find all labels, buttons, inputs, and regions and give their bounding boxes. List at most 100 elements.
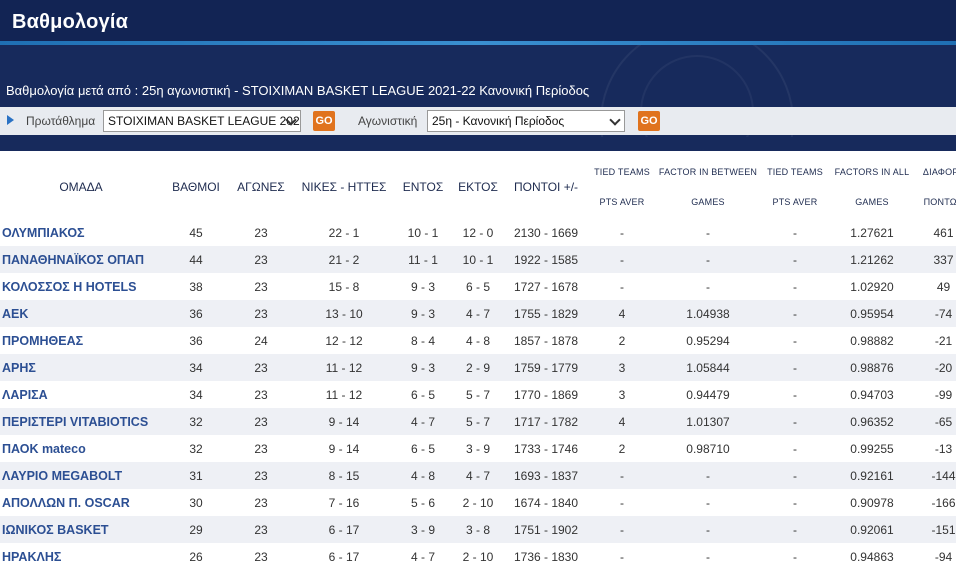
- col-factor-between[interactable]: FACTOR IN BETWEEN GAMES: [658, 155, 758, 219]
- home-record-cell: 10 - 1: [396, 219, 450, 246]
- team-name[interactable]: ΠΡΟΜΗΘΕΑΣ: [0, 327, 162, 354]
- wins-losses-cell: 21 - 2: [292, 246, 396, 273]
- tied-pts-aver-cell: 3: [586, 381, 658, 408]
- team-name[interactable]: ΑΕΚ: [0, 300, 162, 327]
- team-name[interactable]: ΑΠΟΛΛΩΝ Π. OSCAR: [0, 489, 162, 516]
- team-name[interactable]: ΛΑΡΙΣΑ: [0, 381, 162, 408]
- home-record-cell: 4 - 8: [396, 462, 450, 489]
- points-cell: 31: [162, 462, 230, 489]
- tied-pts-aver-cell: -: [586, 219, 658, 246]
- table-row: ΟΛΥΜΠΙΑΚΟΣ 45 23 22 - 1 10 - 1 12 - 0 2130 - 1…: [0, 219, 956, 246]
- col-home[interactable]: ΕΝΤΟΣ: [396, 155, 450, 219]
- games-cell: 23: [230, 543, 292, 570]
- points-for-against-cell: 1693 - 1837: [506, 462, 586, 489]
- wins-losses-cell: 11 - 12: [292, 381, 396, 408]
- home-record-cell: 4 - 7: [396, 543, 450, 570]
- col-tied-teams[interactable]: TIED TEAMS PTS AVER: [758, 155, 832, 219]
- col-factor-between-line1: FACTOR IN BETWEEN: [658, 167, 758, 177]
- factor-all-cell: 0.94703: [832, 381, 912, 408]
- team-name[interactable]: ΚΟΛΟΣΣΟΣ Η HOTELS: [0, 273, 162, 300]
- col-tied-teams-line1: TIED TEAMS: [767, 167, 823, 177]
- col-factor-all-line1: FACTORS IN ALL: [834, 167, 910, 177]
- factor-all-cell: 1.21262: [832, 246, 912, 273]
- col-away[interactable]: ΕΚΤΟΣ: [450, 155, 506, 219]
- points-cell: 34: [162, 354, 230, 381]
- factor-between-cell: -: [658, 516, 758, 543]
- tied-teams-cell: -: [758, 246, 832, 273]
- home-record-cell: 6 - 5: [396, 435, 450, 462]
- home-record-cell: 9 - 3: [396, 354, 450, 381]
- table-row: ΠΡΟΜΗΘΕΑΣ 36 24 12 - 12 8 - 44 - 8 1857 - 187…: [0, 327, 956, 354]
- round-select[interactable]: 25η - Κανονική Περίοδος: [427, 110, 625, 132]
- table-row: ΙΩΝΙΚΟΣ BASKET 29 23 6 - 17 3 - 93 - 8 1751 -…: [0, 516, 956, 543]
- team-name[interactable]: ΟΛΥΜΠΙΑΚΟΣ: [0, 219, 162, 246]
- col-factor-all[interactable]: FACTORS IN ALL GAMES: [832, 155, 912, 219]
- games-cell: 23: [230, 300, 292, 327]
- tied-pts-aver-cell: 4: [586, 300, 658, 327]
- team-name[interactable]: ΛΑΥΡΙΟ MEGABOLT: [0, 462, 162, 489]
- table-row: ΑΕΚ 36 23 13 - 10 9 - 34 - 7 1755 - 1829 4 1.04…: [0, 300, 956, 327]
- tied-pts-aver-cell: -: [586, 273, 658, 300]
- wins-losses-cell: 15 - 8: [292, 273, 396, 300]
- team-name[interactable]: ΗΡΑΚΛΗΣ: [0, 543, 162, 570]
- col-points-for-against[interactable]: ΠΟΝΤΟΙ +/-: [506, 155, 586, 219]
- tied-pts-aver-cell: 4: [586, 408, 658, 435]
- tied-pts-aver-cell: -: [586, 516, 658, 543]
- points-cell: 32: [162, 408, 230, 435]
- factor-between-cell: -: [658, 543, 758, 570]
- chevron-down-icon: [609, 114, 621, 126]
- points-cell: 34: [162, 381, 230, 408]
- col-factor-all-line2: GAMES: [855, 197, 889, 207]
- factor-all-cell: 0.98876: [832, 354, 912, 381]
- point-diff-cell: -99: [912, 381, 956, 408]
- games-cell: 23: [230, 516, 292, 543]
- tied-teams-cell: -: [758, 435, 832, 462]
- points-for-against-cell: 1770 - 1869: [506, 381, 586, 408]
- team-name[interactable]: ΑΡΗΣ: [0, 354, 162, 381]
- factor-all-cell: 0.90978: [832, 489, 912, 516]
- tied-teams-cell: -: [758, 489, 832, 516]
- away-record-cell: 10 - 1: [450, 246, 506, 273]
- col-games[interactable]: ΑΓΩΝΕΣ: [230, 155, 292, 219]
- tied-pts-aver-cell: -: [586, 543, 658, 570]
- banner: Βαθμολογία μετά από : 25η αγωνιστική - S…: [0, 45, 956, 151]
- away-record-cell: 6 - 5: [450, 273, 506, 300]
- wins-losses-cell: 12 - 12: [292, 327, 396, 354]
- points-for-against-cell: 1727 - 1678: [506, 273, 586, 300]
- col-team[interactable]: ΟΜΑΔΑ: [0, 155, 162, 219]
- point-diff-cell: 461: [912, 219, 956, 246]
- col-points[interactable]: ΒΑΘΜΟΙ: [162, 155, 230, 219]
- factor-between-cell: 0.95294: [658, 327, 758, 354]
- col-wins-losses[interactable]: ΝΙΚΕΣ - ΗΤΤΕΣ: [292, 155, 396, 219]
- col-tied-pts-aver-line2: PTS AVER: [599, 197, 645, 207]
- team-name[interactable]: ΙΩΝΙΚΟΣ BASKET: [0, 516, 162, 543]
- factor-between-cell: -: [658, 462, 758, 489]
- games-cell: 23: [230, 408, 292, 435]
- championship-go-button[interactable]: GO: [313, 111, 335, 131]
- table-row: ΑΡΗΣ 34 23 11 - 12 9 - 32 - 9 1759 - 1779 3 1.0…: [0, 354, 956, 381]
- home-record-cell: 6 - 5: [396, 381, 450, 408]
- team-name[interactable]: ΠΑΝΑΘΗΝΑΪΚΟΣ ΟΠΑΠ: [0, 246, 162, 273]
- col-tied-pts-aver[interactable]: TIED TEAMS PTS AVER: [586, 155, 658, 219]
- team-name[interactable]: ΠΕΡΙΣΤΕΡΙ VITABIOTICS: [0, 408, 162, 435]
- factor-between-cell: 1.01307: [658, 408, 758, 435]
- factor-between-cell: -: [658, 246, 758, 273]
- tied-pts-aver-cell: -: [586, 246, 658, 273]
- point-diff-cell: -20: [912, 354, 956, 381]
- table-row: ΛΑΡΙΣΑ 34 23 11 - 12 6 - 55 - 7 1770 - 1869 3 0…: [0, 381, 956, 408]
- table-row: ΗΡΑΚΛΗΣ 26 23 6 - 17 4 - 72 - 10 1736 - 1830-…: [0, 543, 956, 570]
- points-for-against-cell: 1755 - 1829: [506, 300, 586, 327]
- games-cell: 23: [230, 489, 292, 516]
- championship-label: Πρωτάθλημα: [26, 114, 96, 128]
- championship-select[interactable]: STOIXIMAN BASKET LEAGUE 2021: [103, 110, 301, 132]
- tied-pts-aver-cell: 2: [586, 435, 658, 462]
- col-factor-between-line2: GAMES: [691, 197, 725, 207]
- away-record-cell: 3 - 8: [450, 516, 506, 543]
- round-label: Αγωνιστική: [358, 114, 418, 128]
- round-go-button[interactable]: GO: [638, 111, 660, 131]
- home-record-cell: 5 - 6: [396, 489, 450, 516]
- team-name[interactable]: ΠΑΟΚ mateco: [0, 435, 162, 462]
- wins-losses-cell: 7 - 16: [292, 489, 396, 516]
- col-diff[interactable]: ΔΙΑΦΟΡΑ ΠΟΝΤΩΝ: [912, 155, 956, 219]
- wins-losses-cell: 11 - 12: [292, 354, 396, 381]
